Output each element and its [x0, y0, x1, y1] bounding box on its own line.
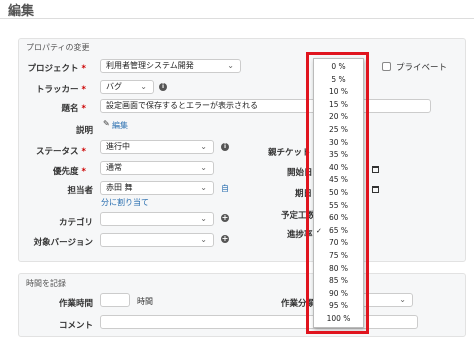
subject-label: 題名 *: [61, 104, 86, 114]
category-label: カテゴリ: [58, 218, 93, 228]
header-divider: [0, 18, 474, 19]
properties-legend: プロパティの変更: [26, 43, 90, 52]
hours-label: 作業時間: [58, 299, 93, 309]
highlight-box: [306, 52, 369, 334]
version-label: 対象バージョン: [33, 238, 93, 248]
status-select[interactable]: 進行中 ⌄: [100, 140, 214, 154]
page-title: 編集: [8, 4, 35, 19]
private-checkbox[interactable]: [382, 62, 391, 71]
assignee-label: 担当者: [67, 186, 93, 196]
subject-input[interactable]: 設定画面で保存するとエラーが表示される: [100, 99, 431, 113]
priority-select[interactable]: 通常 ⌄: [100, 161, 214, 175]
hours-input[interactable]: [100, 293, 130, 307]
calendar-icon[interactable]: [372, 166, 379, 173]
calendar-icon[interactable]: [372, 186, 379, 193]
chevron-down-icon: ⌄: [200, 142, 207, 151]
time-entry-legend: 時間を記録: [26, 279, 66, 288]
tracker-select[interactable]: バグ ⌄: [100, 80, 154, 94]
assign-self-link[interactable]: 自: [221, 183, 229, 194]
comment-label: コメント: [58, 321, 93, 331]
assign-to-me-link[interactable]: 分に割り当て: [101, 197, 149, 208]
chevron-down-icon: ⌄: [227, 61, 234, 70]
comment-input[interactable]: [100, 315, 418, 329]
info-icon[interactable]: i: [159, 83, 167, 91]
chevron-down-icon: ⌄: [200, 183, 207, 192]
hours-unit: 時間: [137, 297, 153, 306]
chevron-down-icon: ⌄: [399, 295, 406, 304]
assignee-select[interactable]: 赤田 舞 ⌄: [100, 181, 214, 195]
chevron-down-icon: ⌄: [200, 214, 207, 223]
add-version-icon[interactable]: +: [221, 235, 229, 243]
add-category-icon[interactable]: +: [221, 214, 229, 222]
priority-label: 優先度 *: [53, 167, 86, 177]
description-label: 説明: [75, 126, 93, 136]
private-label: プライベート: [396, 63, 448, 73]
info-icon[interactable]: i: [221, 143, 229, 151]
project-label: プロジェクト *: [27, 64, 86, 74]
chevron-down-icon: ⌄: [200, 235, 207, 244]
tracker-label: トラッカー *: [36, 85, 86, 95]
status-label: ステータス *: [36, 147, 86, 157]
chevron-down-icon: ⌄: [140, 82, 147, 91]
category-select[interactable]: ⌄: [100, 212, 214, 226]
description-edit-link[interactable]: 編集: [112, 120, 128, 131]
chevron-down-icon: ⌄: [200, 163, 207, 172]
version-select[interactable]: ⌄: [100, 233, 214, 247]
pencil-icon: ✎: [103, 119, 110, 128]
project-select[interactable]: 利用者管理システム開発 ⌄: [100, 59, 241, 73]
